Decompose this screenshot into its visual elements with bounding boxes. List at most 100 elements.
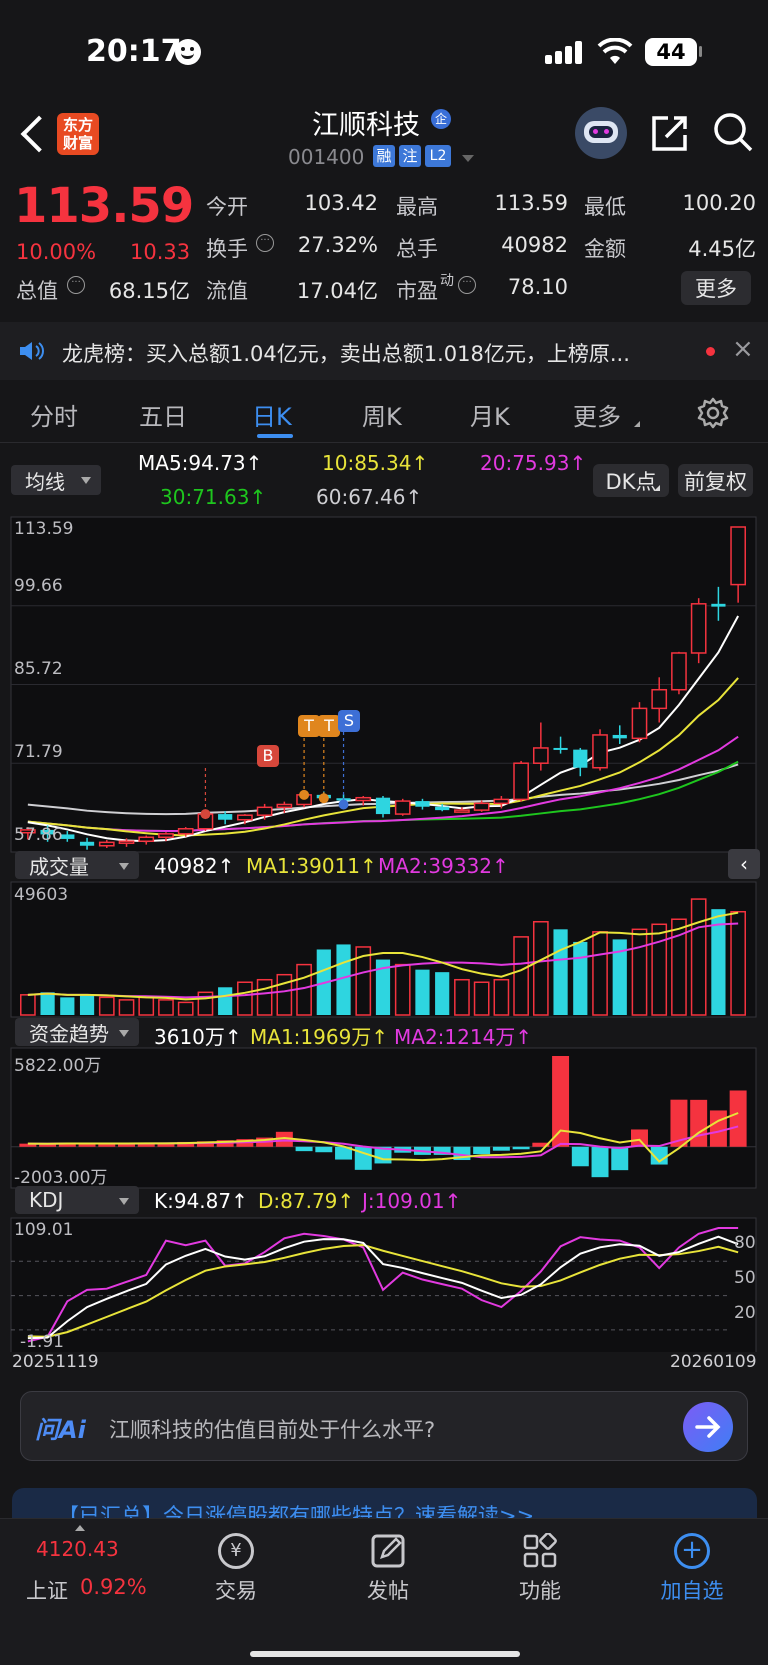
index-percent[interactable]: 0.92%	[80, 1575, 147, 1599]
send-arrow-icon[interactable]	[683, 1402, 733, 1452]
home-indicator	[250, 1651, 520, 1657]
volume-value: 40982	[501, 233, 568, 257]
float-label: 流值	[206, 279, 248, 303]
fund-selector[interactable]: 资金趋势	[15, 1018, 139, 1046]
tag-l2: L2	[425, 145, 451, 167]
nav-add-watchlist[interactable]: + 加自选	[650, 1527, 734, 1607]
fund-bar	[709, 1110, 727, 1147]
promo-banner[interactable]: 【已汇总】今日涨停股都有哪些特点？速看解读>>	[12, 1488, 757, 1518]
candle-body	[415, 801, 430, 807]
candle-body	[690, 603, 707, 654]
stock-name[interactable]: 江顺科技	[312, 103, 420, 142]
notice-bar[interactable]: 龙虎榜：买入总额1.04亿元，卖出总额1.018亿元，上榜原... ×	[0, 322, 768, 380]
tab-wuri[interactable]: 五日	[139, 397, 187, 432]
caret-down-icon	[119, 863, 129, 870]
back-icon[interactable]	[20, 115, 58, 153]
kdj-level-label: 80	[734, 1233, 756, 1253]
share-icon[interactable]	[650, 113, 690, 153]
more-button[interactable]: 更多	[681, 271, 751, 305]
search-icon[interactable]	[712, 111, 754, 153]
tab-daily-k[interactable]: 日K	[252, 397, 292, 432]
kdj-selector[interactable]: KDJ	[15, 1186, 139, 1214]
volume-bar	[40, 992, 55, 1015]
candle-body	[532, 747, 549, 764]
fund-bar	[611, 1146, 629, 1171]
nav-post[interactable]: 发帖	[348, 1527, 428, 1607]
candle-body	[454, 809, 470, 813]
index-value[interactable]: 4120.43	[36, 1537, 119, 1561]
date-end: 20260109	[670, 1352, 757, 1372]
candle-body	[355, 796, 372, 802]
fund-axis-min: -2003.00万	[14, 1168, 108, 1188]
nav-functions[interactable]: 功能	[500, 1527, 580, 1607]
volume-selector-label: 成交量	[29, 854, 89, 879]
candle-body	[118, 840, 135, 844]
tab-monthly-k[interactable]: 月K	[470, 397, 510, 432]
status-time: 20:17	[86, 34, 182, 69]
ma30-legend: 30:71.63↑	[160, 485, 267, 509]
ma-selector[interactable]: 均线	[11, 465, 101, 495]
ai-question[interactable]: 江顺科技的估值目前处于什么水平?	[109, 1414, 435, 1444]
adjust-button[interactable]: 前复权	[678, 464, 753, 497]
kline-axis-label: 99.66	[14, 576, 63, 596]
robot-avatar-icon[interactable]	[575, 107, 627, 159]
volume-bar	[573, 941, 588, 1015]
t-marker[interactable]: T	[318, 715, 340, 737]
edit-icon	[371, 1534, 405, 1568]
sell-marker[interactable]: S	[338, 710, 360, 732]
wifi-icon	[597, 38, 633, 64]
index-name[interactable]: 上证	[26, 1575, 68, 1605]
candle-body	[671, 652, 687, 691]
kdj-level-label: 20	[734, 1303, 756, 1323]
gear-icon[interactable]	[697, 397, 729, 429]
candle-body	[592, 734, 608, 769]
volume-ma2-legend: MA2:39332↑	[378, 854, 509, 878]
candle-body	[276, 803, 293, 809]
info-icon[interactable]: ···	[256, 234, 274, 252]
volume-selector[interactable]: 成交量	[15, 851, 139, 879]
fund-bar	[473, 1146, 491, 1155]
date-start: 20251119	[12, 1352, 99, 1372]
chevron-down-icon[interactable]	[462, 155, 474, 162]
more-caret-icon	[634, 421, 640, 427]
notice-text[interactable]: 龙虎榜：买入总额1.04亿元，卖出总额1.018亿元，上榜原...	[62, 338, 688, 368]
info-icon[interactable]: ···	[67, 276, 85, 294]
marker-dot	[338, 799, 349, 810]
buy-marker[interactable]: B	[257, 745, 279, 767]
grid-icon	[523, 1533, 557, 1568]
volume-ma1-legend: MA1:39011↑	[246, 854, 377, 878]
t-marker[interactable]: T	[298, 715, 320, 737]
signal-icon	[545, 40, 585, 64]
fund-bar	[315, 1146, 333, 1153]
fund-bar	[492, 1146, 510, 1151]
caret-down-icon	[81, 477, 91, 484]
dk-point-button[interactable]: DK点	[593, 464, 669, 497]
collapse-panel-button[interactable]: ‹	[728, 849, 760, 879]
tab-more[interactable]: 更多	[573, 397, 621, 432]
tab-weekly-k[interactable]: 周K	[362, 397, 402, 432]
candle-body	[493, 798, 510, 805]
candle-body	[138, 836, 155, 842]
volume-bar	[553, 929, 568, 1015]
volume-bar	[435, 972, 450, 1015]
ai-ask-bar[interactable]: 问Ai 江顺科技的估值目前处于什么水平?	[20, 1391, 748, 1461]
caret-down-icon	[119, 1198, 129, 1205]
ma20-legend: 20:75.93↑	[480, 451, 587, 475]
candle-body	[375, 797, 391, 815]
last-price: 113.59	[14, 178, 194, 234]
fund-selector-label: 资金趋势	[29, 1021, 109, 1046]
dk-point-label: DK点	[605, 469, 657, 494]
tag-rong: 融	[373, 145, 395, 167]
candle-body	[612, 734, 627, 739]
close-icon[interactable]: ×	[732, 334, 754, 364]
tab-active-indicator	[257, 434, 293, 438]
fund-frame	[10, 1047, 757, 1189]
banner-text[interactable]: 【已汇总】今日涨停股都有哪些特点？速看解读>>	[58, 1500, 534, 1518]
chart-area[interactable]	[0, 510, 768, 1352]
volume-bar	[79, 994, 95, 1015]
nav-trade[interactable]: ¥ 交易	[196, 1527, 276, 1607]
header-bar: 东方 财富 江顺科技 企 001400 融 注 L2	[0, 95, 768, 175]
tab-fenshi[interactable]: 分时	[30, 397, 78, 432]
fund-bar	[591, 1146, 609, 1178]
high-label: 最高	[396, 195, 438, 219]
